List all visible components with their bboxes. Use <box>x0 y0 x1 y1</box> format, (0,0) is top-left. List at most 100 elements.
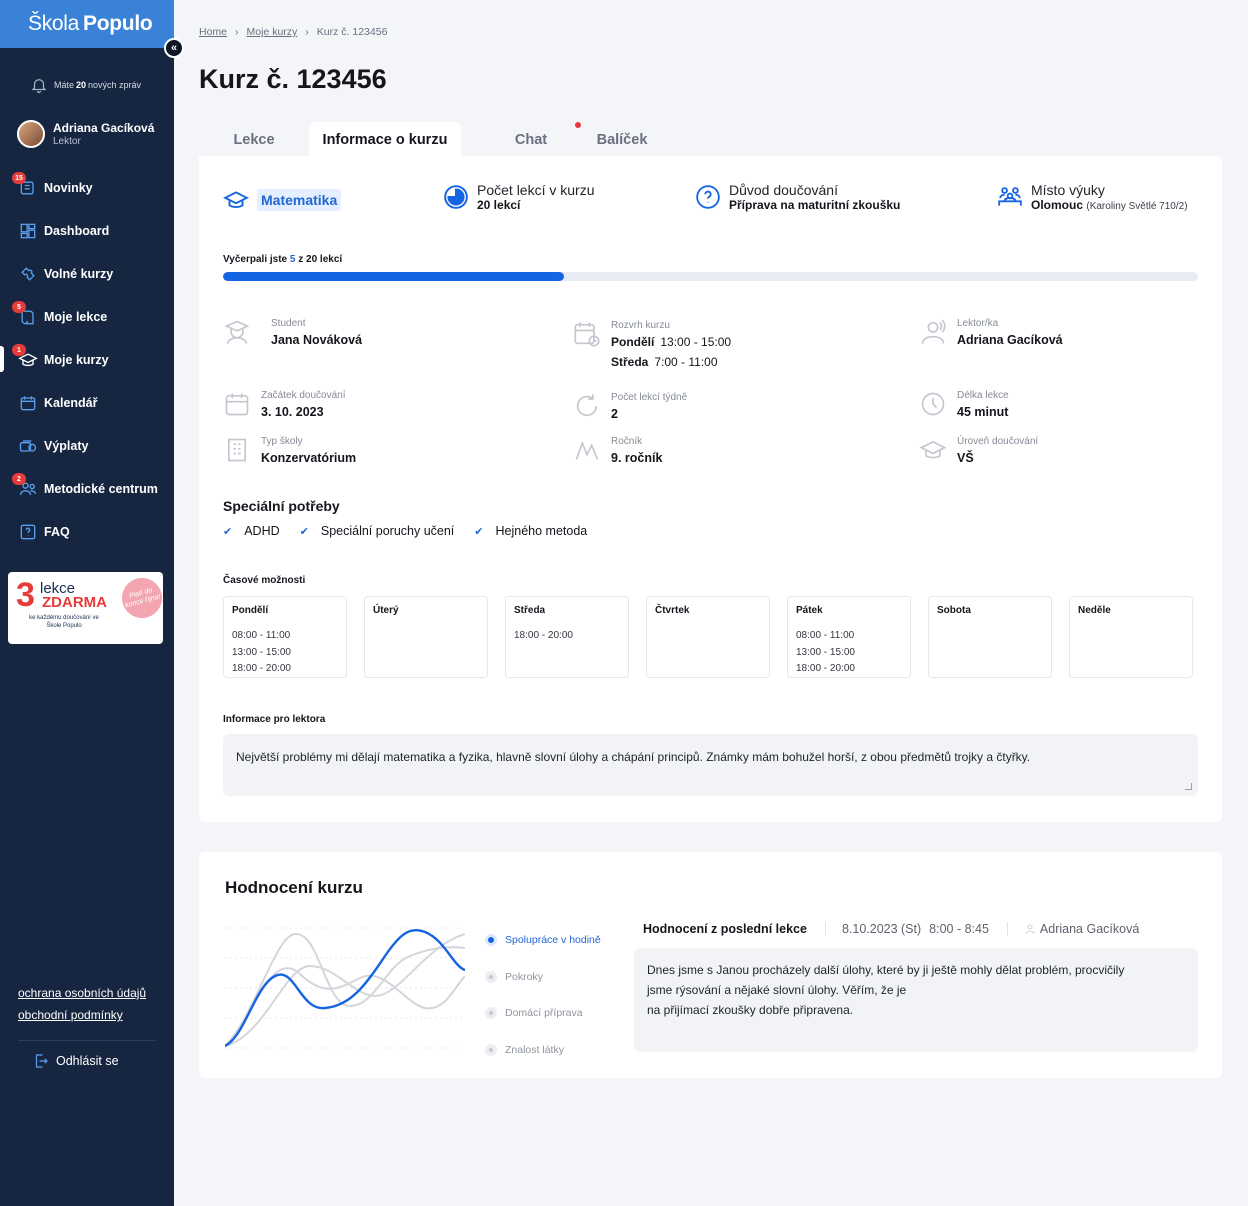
legend-znalost-latky[interactable]: Znalost látky <box>485 1032 601 1069</box>
logout-icon <box>35 1054 48 1068</box>
promo-banner[interactable]: 3 lekce ZDARMA ke každému doučování ve Š… <box>8 572 163 644</box>
last-lesson-text: Dnes jsme s Janou procházely další úlohy… <box>634 948 1198 1052</box>
divider <box>824 922 826 936</box>
reason-info: Důvod doučování Příprava na maturitní zk… <box>695 182 900 212</box>
day-card: Úterý <box>364 596 488 678</box>
grade-value: 9. ročník <box>611 451 663 465</box>
pie-chart-icon <box>444 185 468 209</box>
terms-link[interactable]: obchodní podmínky <box>18 1008 146 1022</box>
sidebar-item-kalendar[interactable]: Kalendář <box>0 381 174 424</box>
day-name: Čtvrtek <box>655 605 690 616</box>
place-detail: (Karoliny Světlé 710/2) <box>1086 201 1188 212</box>
progress-label: Vyčerpali jste 5 z 20 lekcí <box>223 254 342 265</box>
promo-circle: Platí do konce října! <box>117 573 163 623</box>
course-info-card: Matematika Počet lekcí v kurzu 20 lekcí … <box>199 156 1222 822</box>
legend-domaci-priprava[interactable]: Domácí příprava <box>485 995 601 1032</box>
breadcrumb-moje-kurzy[interactable]: Moje kurzy <box>247 26 298 38</box>
schedule-line: Středa 7:00 - 11:00 <box>611 355 731 369</box>
sidebar-item-moje-kurzy[interactable]: 1 Moje kurzy <box>0 338 174 381</box>
day-card: Pátek 08:00 - 11:00 13:00 - 15:00 18:00 … <box>787 596 911 678</box>
tab-informace-o-kurzu[interactable]: Informace o kurzu <box>309 122 461 158</box>
sidebar-item-novinky[interactable]: 15 Novinky <box>0 166 174 209</box>
lector-info-textarea[interactable]: Největší problémy mi dělají matematika a… <box>223 734 1198 796</box>
breadcrumb-current: Kurz č. 123456 <box>316 26 388 38</box>
legend-spoluprace[interactable]: Spolupráce v hodině <box>485 922 601 959</box>
notification-bar[interactable]: Máte 20 nových zpráv <box>0 48 174 104</box>
schedule-detail: Rozvrh kurzu Pondělí 13:00 - 15:00 Středa… <box>573 320 731 369</box>
sidebar-item-moje-lekce[interactable]: 5 Moje lekce <box>0 295 174 338</box>
tab-lekce[interactable]: Lekce <box>199 122 309 158</box>
length-label: Délka lekce <box>957 390 1009 401</box>
tab-chat[interactable]: Chat <box>485 122 581 158</box>
day-name: Pátek <box>796 605 823 616</box>
breadcrumb-separator: › <box>305 26 309 38</box>
collapse-sidebar-button[interactable]: « <box>164 38 184 58</box>
school-detail: Typ školy Konzervatórium <box>223 436 356 465</box>
day-card: Čtvrtek <box>646 596 770 678</box>
dashboard-icon <box>20 223 36 238</box>
breadcrumb-home[interactable]: Home <box>199 26 227 38</box>
length-value: 45 minut <box>957 405 1009 419</box>
progress-bar <box>223 272 1198 281</box>
logout-button[interactable]: Odhlásit se <box>32 1052 119 1070</box>
legend-label: Znalost látky <box>505 1043 564 1056</box>
level-detail: Úroveň doučování VŠ <box>919 436 1038 465</box>
day-name: Úterý <box>373 605 399 616</box>
lector-info-title: Informace pro lektora <box>223 714 326 725</box>
student-icon <box>224 320 250 344</box>
sidebar-item-label: Moje kurzy <box>44 352 109 367</box>
radio-icon <box>485 1043 497 1056</box>
sidebar-item-volne-kurzy[interactable]: Volné kurzy <box>0 252 174 295</box>
rating-legend: Spolupráce v hodině Pokroky Domácí přípr… <box>485 922 601 1068</box>
building-icon <box>228 438 246 462</box>
day-name: Neděle <box>1078 605 1111 616</box>
start-label: Začátek doučování <box>261 390 346 401</box>
sidebar-item-label: Dashboard <box>44 223 110 238</box>
chart-grid <box>225 927 465 1049</box>
legend-pokroky[interactable]: Pokroky <box>485 959 601 996</box>
sidebar-item-vyplaty[interactable]: Výplaty <box>0 424 174 467</box>
special-needs-title: Speciální potřeby <box>223 498 340 514</box>
sidebar-item-faq[interactable]: FAQ <box>0 510 174 553</box>
time-options: Pondělí 08:00 - 11:00 13:00 - 15:00 18:0… <box>223 596 1193 678</box>
user-role: Lektor <box>53 136 81 147</box>
user-profile[interactable]: Adriana Gacíková Lektor <box>0 104 174 156</box>
sidebar-item-label: FAQ <box>44 524 70 539</box>
time-slot: 08:00 - 11:00 <box>232 630 291 641</box>
time-slot: 18:00 - 20:00 <box>796 663 855 674</box>
student-detail: Student Jana Nováková <box>223 318 362 347</box>
promo-number: 3 <box>16 576 35 614</box>
logo-text-b: Populo <box>83 12 153 35</box>
user-icon <box>921 319 946 344</box>
need-item: Hejného metoda <box>474 524 588 538</box>
time-slot: 13:00 - 15:00 <box>796 646 855 658</box>
rating-chart <box>225 927 465 1049</box>
day-name: Středa <box>514 605 546 616</box>
notification-post: nových zpráv <box>88 80 142 90</box>
logo[interactable]: Škola Populo <box>0 0 174 48</box>
last-lesson-lector: Adriana Gacíková <box>1039 922 1140 936</box>
sidebar-item-dashboard[interactable]: Dashboard <box>0 209 174 252</box>
rating-title: Hodnocení kurzu <box>225 878 363 897</box>
refresh-icon <box>576 394 598 417</box>
progress-used: 5 <box>289 254 296 265</box>
calendar-icon <box>225 393 249 416</box>
sidebar: Škola Populo « Máte 20 nových zpráv Adria… <box>0 0 184 1206</box>
tab-balicek[interactable]: Balíček <box>577 122 667 158</box>
place-info: Místo výuky Olomouc (Karoliny Světlé 710… <box>997 182 1188 212</box>
footer-links: ochrana osobních údajů obchodní podmínky <box>18 986 146 1030</box>
school-value: Konzervatórium <box>261 451 357 465</box>
time-slot: 13:00 - 15:00 <box>232 646 291 658</box>
logo-text-a: Škola <box>28 12 80 35</box>
sidebar-item-label: Novinky <box>44 180 93 195</box>
schedule-line: Pondělí 13:00 - 15:00 <box>611 335 731 349</box>
time-slot: 18:00 - 20:00 <box>232 663 291 674</box>
calendar-clock-icon <box>574 322 600 347</box>
privacy-link[interactable]: ochrana osobních údajů <box>18 986 146 1000</box>
sidebar-item-metodicke-centrum[interactable]: 2 Metodické centrum <box>0 467 174 510</box>
place-label: Místo výuky <box>1031 182 1105 198</box>
divider <box>18 1040 156 1041</box>
student-value: Jana Nováková <box>271 333 363 347</box>
weekly-label: Počet lekcí týdně <box>611 392 688 403</box>
start-detail: Začátek doučování 3. 10. 2023 <box>223 390 346 419</box>
